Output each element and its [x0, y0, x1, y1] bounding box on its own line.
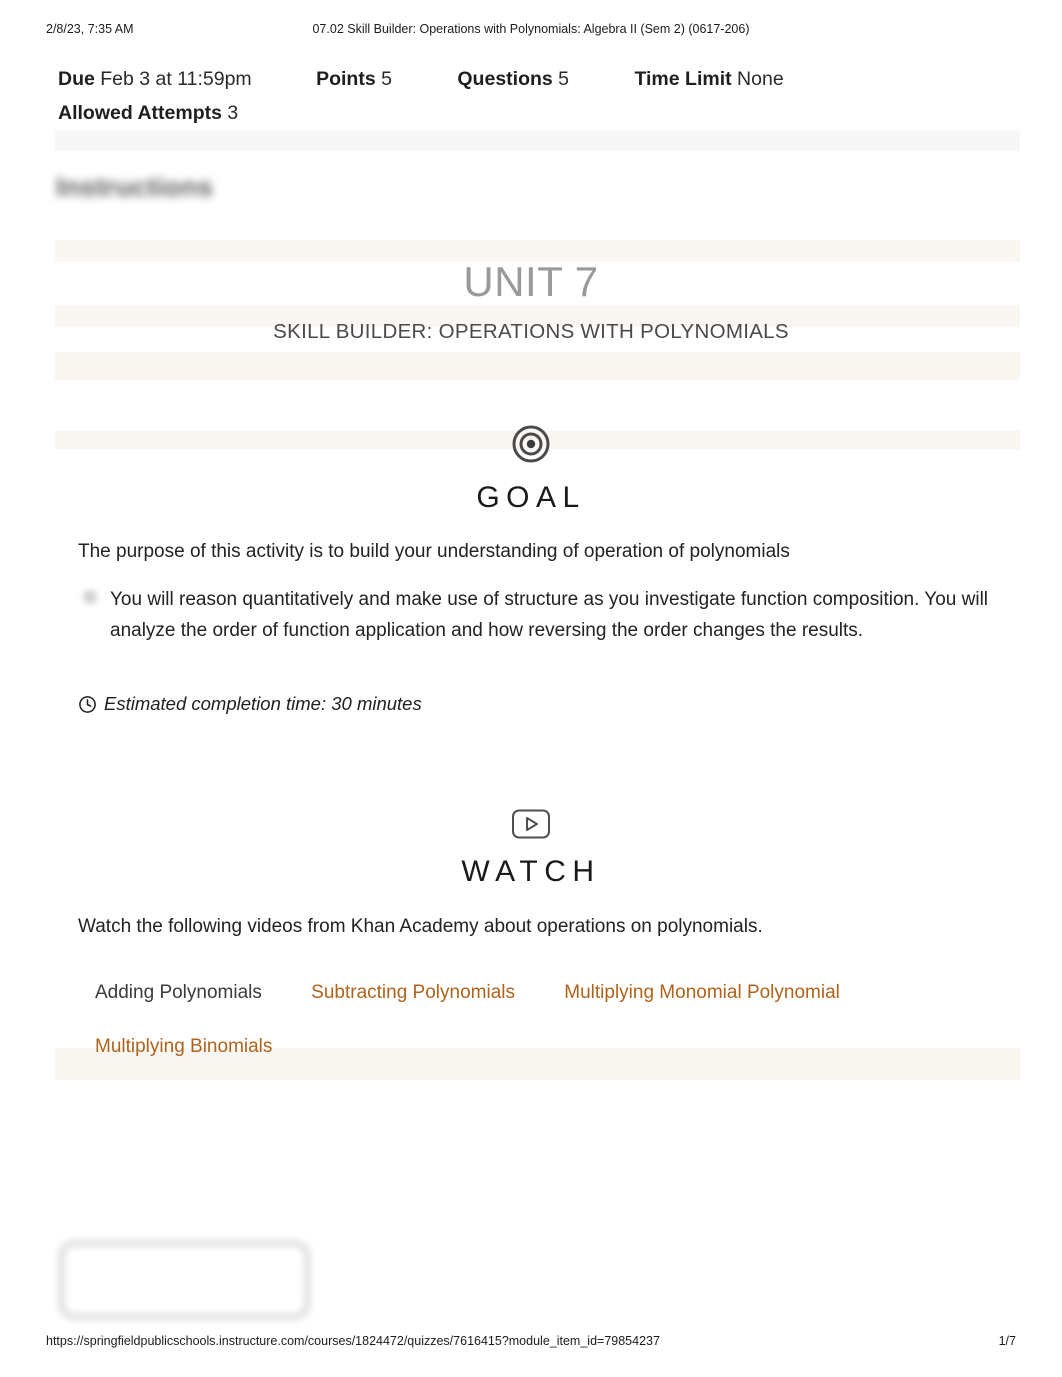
unit-title: UNIT 7: [463, 258, 599, 305]
due-value: Feb 3 at 11:59pm: [100, 68, 252, 90]
printed-quiz-page: 2/8/23, 7:35 AM 07.02 Skill Builder: Ope…: [0, 0, 1062, 1377]
print-footer-url: https://springfieldpublicschools.instruc…: [46, 1334, 660, 1348]
watch-heading: WATCH: [461, 855, 601, 888]
print-page-title: 07.02 Skill Builder: Operations with Pol…: [312, 22, 750, 36]
due-label: Due: [58, 68, 95, 90]
watch-icon-wrap: [0, 808, 1062, 840]
instructions-heading: Instructions: [56, 172, 213, 202]
goal-icon-wrap: [0, 422, 1062, 466]
questions-field: Questions 5: [457, 62, 569, 96]
play-video-icon: [512, 809, 550, 839]
quiz-meta-row-primary: Due Feb 3 at 11:59pm Points 5 Questions …: [58, 62, 998, 96]
print-footer-page-number: 1/7: [998, 1334, 1016, 1348]
attempts-field: Allowed Attempts 3: [58, 102, 238, 124]
clock-icon: [79, 695, 96, 713]
unit-subtitle: SKILL BUILDER: OPERATIONS WITH POLYNOMIA…: [273, 320, 789, 343]
questions-label: Questions: [457, 68, 553, 90]
questions-value: 5: [558, 68, 570, 90]
video-links-list: Adding Polynomials Subtracting Polynomia…: [95, 968, 995, 1072]
estimated-time-text: Estimated completion time: 30 minutes: [104, 693, 422, 714]
video-link-subtracting-polynomials[interactable]: Subtracting Polynomials: [311, 968, 515, 1018]
watch-intro-text: Watch the following videos from Khan Aca…: [78, 916, 763, 937]
attempts-label: Allowed Attempts: [58, 102, 222, 124]
time-limit-label: Time Limit: [634, 68, 732, 90]
quiz-meta-row-attempts: Allowed Attempts 3: [58, 96, 998, 130]
quiz-meta: Due Feb 3 at 11:59pm Points 5 Questions …: [58, 62, 998, 130]
due-field: Due Feb 3 at 11:59pm: [58, 62, 252, 96]
attempts-value: 3: [227, 102, 239, 124]
background-band: [55, 131, 1020, 151]
bullet-marker-icon: [83, 590, 97, 604]
goal-heading: GOAL: [476, 481, 586, 514]
time-limit-value: None: [737, 68, 784, 90]
video-link-adding-polynomials[interactable]: Adding Polynomials: [95, 968, 262, 1018]
background-band: [55, 352, 1020, 380]
print-header: 2/8/23, 7:35 AM 07.02 Skill Builder: Ope…: [0, 22, 1062, 42]
print-footer: https://springfieldpublicschools.instruc…: [0, 1334, 1062, 1352]
video-link-multiplying-binomials[interactable]: Multiplying Binomials: [95, 1022, 951, 1072]
points-field: Points 5: [316, 62, 392, 96]
target-icon: [512, 425, 550, 463]
video-link-multiplying-monomial-polynomial[interactable]: Multiplying Monomial Polynomial: [564, 968, 840, 1018]
goal-intro-text: The purpose of this activity is to build…: [78, 541, 790, 562]
estimated-time-line: Estimated completion time: 30 minutes: [78, 693, 422, 715]
take-quiz-button[interactable]: [60, 1242, 309, 1318]
points-value: 5: [381, 68, 392, 90]
goal-bullet-text: You will reason quantitatively and make …: [110, 589, 989, 641]
time-limit-field: Time Limit None: [634, 62, 783, 96]
points-label: Points: [316, 68, 376, 90]
